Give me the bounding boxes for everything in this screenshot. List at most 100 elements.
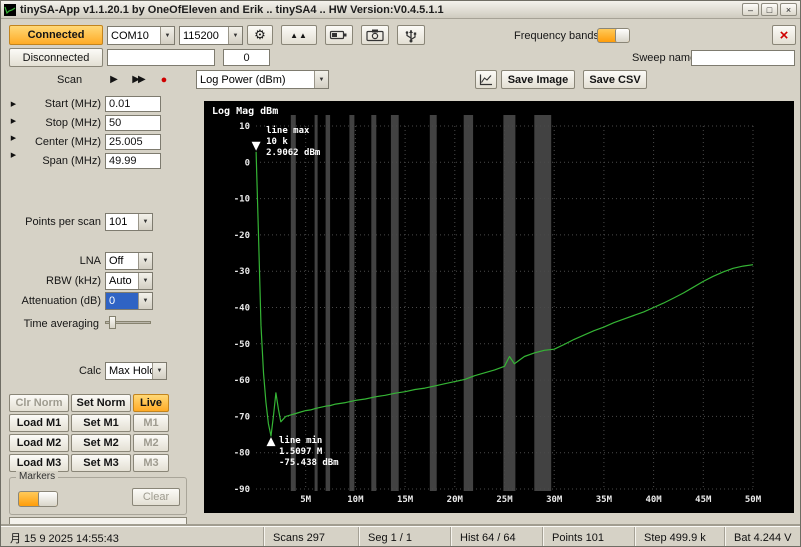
expander-arrow-1[interactable]: ▶ (7, 97, 20, 111)
app-window: tinySA-App v1.1.20.1 by OneOfEleven and … (0, 0, 801, 547)
play-icon: ▶ (110, 74, 118, 85)
com-port-select[interactable]: COM10 ▼ (107, 26, 175, 45)
attenuation-value: 0 (106, 293, 138, 309)
load-m2-button[interactable]: Load M2 (9, 434, 69, 452)
set-m1-button[interactable]: Set M1 (71, 414, 131, 432)
center-input[interactable] (105, 134, 161, 150)
camera-icon (366, 29, 384, 42)
time-averaging-slider[interactable] (105, 316, 151, 330)
markers-group: Markers Clear (9, 471, 187, 515)
status-points: Points 101 (542, 527, 634, 546)
save-image-button[interactable]: Save Image (501, 70, 575, 89)
svg-text:-80: -80 (234, 449, 250, 459)
m3-button[interactable]: M3 (133, 454, 169, 472)
screenshot-button[interactable] (361, 25, 389, 45)
markers-toggle[interactable] (18, 491, 58, 507)
stop-label: Stop (MHz) (45, 117, 101, 129)
save-csv-button[interactable]: Save CSV (583, 70, 647, 89)
svg-text:45M: 45M (695, 495, 712, 505)
svg-text:line max: line max (266, 125, 310, 136)
statusbar: 月 15 9 2025 14:55:43 Scans 297 Seg 1 / 1… (1, 526, 800, 546)
spectrum-plot[interactable]: 10 0 -10 -20 -30 -40 -50 -60 -70 -80 -90 5M 10M 15M 20… (204, 101, 794, 513)
points-per-scan-label: Points per scan (25, 216, 101, 228)
rbw-select[interactable]: Auto ▼ (105, 272, 153, 290)
set-m3-button[interactable]: Set M3 (71, 454, 131, 472)
set-norm-button[interactable]: Set Norm (71, 394, 131, 412)
scan-continuous-button[interactable]: ▶▶ (125, 71, 151, 88)
chevron-down-icon: ▼ (138, 253, 152, 269)
pause-input[interactable] (223, 49, 270, 66)
chevron-down-icon: ▼ (160, 27, 174, 44)
markers-clear-button[interactable]: Clear (132, 488, 180, 506)
sweep-name-label: Sweep name (632, 52, 697, 64)
clr-norm-button[interactable]: Clr Norm (9, 394, 69, 412)
slider-thumb[interactable] (109, 316, 116, 329)
settings-button[interactable]: ⚙ (247, 25, 273, 45)
expander-arrow-4[interactable]: ▶ (7, 148, 20, 162)
points-per-scan-value: 101 (109, 216, 128, 228)
spectrum-chart[interactable]: 10 0 -10 -20 -30 -40 -50 -60 -70 -80 -90 5M 10M 15M 20… (204, 101, 794, 513)
close-button[interactable]: × (780, 3, 797, 16)
svg-text:25M: 25M (496, 495, 513, 505)
svg-text:-30: -30 (234, 267, 250, 277)
battery-button[interactable] (325, 25, 353, 45)
calc-label: Calc (78, 365, 101, 377)
start-input[interactable] (105, 96, 161, 112)
live-button[interactable]: Live (133, 394, 169, 412)
lna-value: Off (109, 255, 124, 267)
chevron-down-icon: ▼ (138, 214, 152, 230)
svg-text:-75.438 dBm: -75.438 dBm (279, 458, 339, 468)
attenuation-select[interactable]: 0 ▼ (105, 292, 153, 310)
svg-text:15M: 15M (397, 495, 414, 505)
time-averaging-label: Time averaging (23, 318, 99, 330)
svg-text:0: 0 (245, 158, 250, 168)
display-mode-value: Log Power (dBm) (200, 73, 286, 86)
baud-rate-value: 115200 (183, 29, 219, 42)
font-size-button[interactable]: ▲▲ (281, 25, 317, 45)
window-controls: – □ × (742, 3, 797, 16)
stop-input[interactable] (105, 115, 161, 131)
minimize-button[interactable]: – (742, 3, 759, 16)
points-per-scan-select[interactable]: 101 ▼ (105, 213, 153, 231)
load-m1-button[interactable]: Load M1 (9, 414, 69, 432)
markers-group-label: Markers (16, 471, 59, 482)
record-button[interactable]: ● (155, 71, 173, 88)
com-port-value: COM10 (111, 29, 149, 42)
lna-select[interactable]: Off ▼ (105, 252, 153, 270)
m2-button[interactable]: M2 (133, 434, 169, 452)
baud-rate-select[interactable]: 115200 ▼ (179, 26, 243, 45)
sweep-name-input[interactable] (691, 50, 795, 66)
span-input[interactable] (105, 153, 161, 169)
display-mode-select[interactable]: Log Power (dBm) ▼ (196, 70, 329, 89)
svg-text:-20: -20 (234, 231, 250, 241)
connected-button[interactable]: Connected (9, 25, 103, 45)
maximize-button[interactable]: □ (761, 3, 778, 16)
status-segment: Seg 1 / 1 (358, 527, 450, 546)
titlebar: tinySA-App v1.1.20.1 by OneOfEleven and … (1, 1, 800, 19)
scan-label: Scan (57, 74, 83, 86)
up-arrows-icon: ▲▲ (290, 30, 308, 40)
fast-forward-icon: ▶▶ (132, 74, 145, 85)
center-label: Center (MHz) (34, 136, 101, 148)
svg-text:1.5097 M: 1.5097 M (279, 447, 323, 457)
svg-text:-60: -60 (234, 376, 250, 386)
scan-single-button[interactable]: ▶ (105, 71, 123, 88)
set-m2-button[interactable]: Set M2 (71, 434, 131, 452)
disconnected-button[interactable]: Disconnected (9, 48, 103, 67)
frequency-bands-toggle[interactable] (597, 28, 630, 43)
lna-label: LNA (79, 255, 101, 267)
svg-text:-40: -40 (234, 304, 250, 314)
chart-style-button[interactable] (475, 70, 497, 89)
load-m3-button[interactable]: Load M3 (9, 454, 69, 472)
command-input[interactable] (107, 49, 215, 66)
calc-value: Max Hold (109, 365, 152, 377)
m1-button[interactable]: M1 (133, 414, 169, 432)
svg-text:-10: -10 (234, 195, 250, 205)
usb-button[interactable] (397, 25, 425, 45)
expander-arrow-2[interactable]: ▶ (7, 114, 20, 128)
svg-text:2.9062 dBm: 2.9062 dBm (266, 148, 321, 158)
calc-select[interactable]: Max Hold ▼ (105, 362, 167, 380)
marker-position-track[interactable] (9, 517, 187, 525)
exit-button[interactable]: × (772, 25, 796, 45)
expander-arrow-3[interactable]: ▶ (7, 131, 20, 145)
